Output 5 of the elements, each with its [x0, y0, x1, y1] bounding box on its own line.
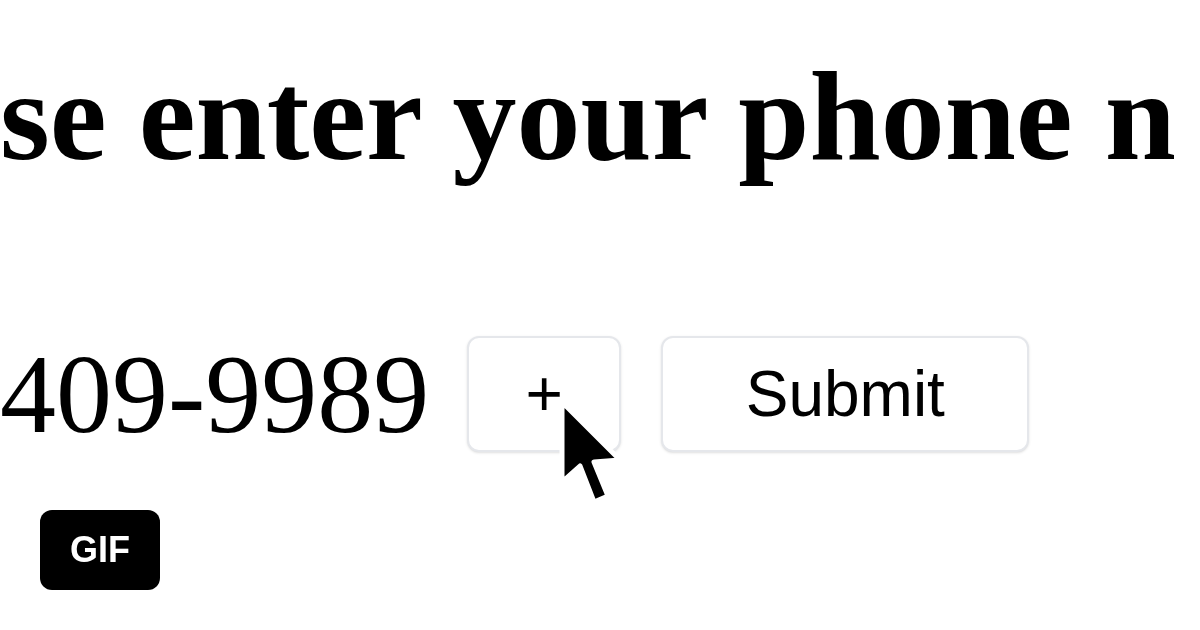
submit-button[interactable]: Submit — [661, 335, 1030, 452]
phone-number: 409-9989 — [0, 337, 430, 450]
add-button[interactable]: + — [467, 335, 622, 452]
gif-badge: GIF — [40, 510, 160, 590]
heading: se enter your phone n — [0, 44, 1177, 189]
